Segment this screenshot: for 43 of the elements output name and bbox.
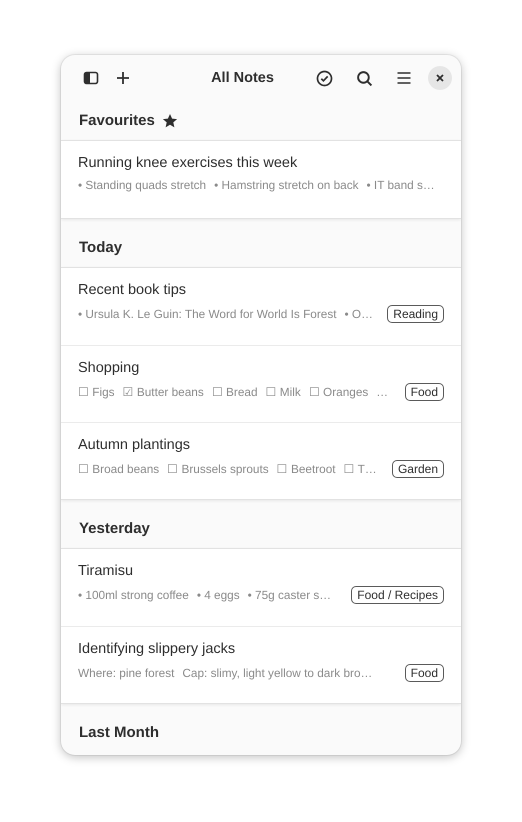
- note-preview: • Ursula K. Le Guin: The Word for World Is Forest: [78, 307, 337, 321]
- note-preview: …: [376, 385, 388, 399]
- tag-label[interactable]: Garden: [392, 460, 444, 478]
- section-heading: Favourites: [79, 112, 155, 129]
- check-circle-icon[interactable]: [316, 70, 332, 86]
- close-button[interactable]: [428, 66, 452, 90]
- note-preview: ☐ Broad beans: [78, 462, 160, 476]
- tag-label[interactable]: Food: [404, 664, 444, 682]
- note-preview: • 4 eggs: [196, 588, 240, 602]
- section-heading: Last Month: [79, 724, 159, 741]
- sidebar-icon[interactable]: [83, 70, 99, 86]
- note-preview: ☐ T…: [344, 462, 377, 476]
- note-title[interactable]: Running knee exercises this week: [78, 155, 298, 171]
- note-preview: ☐ Oranges: [308, 385, 368, 399]
- note-preview: Cap: slimy, light yellow to dark bro…: [182, 666, 372, 680]
- tag-label[interactable]: Food: [404, 383, 444, 401]
- note-preview: ☐ Bread: [212, 385, 258, 399]
- add-icon[interactable]: [115, 70, 131, 86]
- window-title: All Notes: [210, 70, 275, 86]
- note-title[interactable]: Tiramisu: [78, 563, 134, 579]
- note-preview: ☑ Butter beans: [122, 385, 204, 399]
- menu-icon[interactable]: [396, 70, 412, 86]
- section-heading: Today: [79, 239, 122, 256]
- note-preview: Where: pine forest: [78, 666, 174, 680]
- section-heading: Yesterday: [79, 520, 150, 537]
- note-preview: • O…: [344, 307, 373, 321]
- note-preview: • Standing quads stretch: [78, 178, 206, 192]
- tag-label[interactable]: Food / Recipes: [351, 586, 444, 604]
- note-preview: ☐ Milk: [266, 385, 301, 399]
- note-title[interactable]: Identifying slippery jacks: [78, 641, 236, 657]
- note-title[interactable]: Autumn plantings: [78, 437, 190, 453]
- note-preview: ☐ Figs: [78, 385, 115, 399]
- tag-label[interactable]: Reading: [387, 305, 444, 323]
- search-icon[interactable]: [356, 70, 372, 86]
- note-title[interactable]: Recent book tips: [78, 282, 186, 298]
- note-preview: • IT band s…: [366, 178, 435, 192]
- note-preview: ☐ Beetroot: [276, 462, 336, 476]
- note-title[interactable]: Shopping: [78, 360, 140, 376]
- note-preview: ☐ Brussels sprouts: [167, 462, 269, 476]
- note-preview: • 100ml strong coffee: [78, 588, 189, 602]
- note-preview: • 75g caster s…: [248, 588, 332, 602]
- close-icon[interactable]: [435, 73, 445, 83]
- note-preview: • Hamstring stretch on back: [214, 178, 359, 192]
